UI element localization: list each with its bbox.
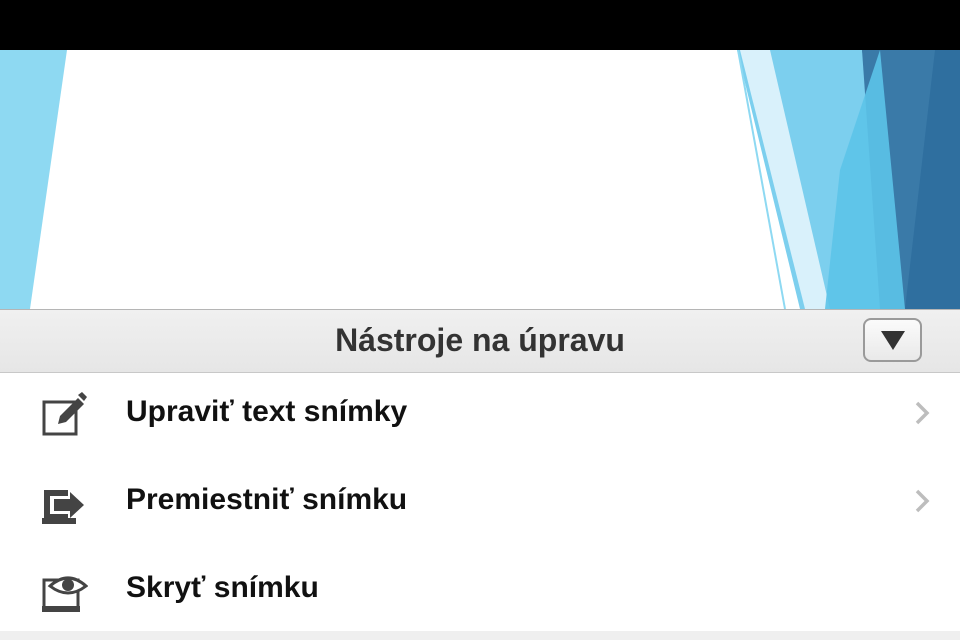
tool-label: Upraviť text snímky bbox=[126, 395, 408, 428]
bottom-strip bbox=[0, 631, 960, 640]
tool-item-move-slide[interactable]: Premiestniť snímku bbox=[0, 461, 960, 549]
triangle-down-icon bbox=[881, 331, 905, 350]
slide-background-graphic bbox=[0, 50, 960, 309]
tools-list: Upraviť text snímky Premiestniť snímku S… bbox=[0, 373, 960, 631]
tool-item-edit-text[interactable]: Upraviť text snímky bbox=[0, 373, 960, 461]
edit-text-icon bbox=[42, 392, 87, 436]
tools-header: Nástroje na úpravu bbox=[0, 309, 960, 373]
chevron-right-icon bbox=[915, 401, 930, 425]
tool-label: Skryť snímku bbox=[126, 571, 319, 604]
move-slide-icon bbox=[42, 490, 84, 524]
slide-preview[interactable] bbox=[0, 50, 960, 309]
tool-item-hide-slide[interactable]: Skryť snímku bbox=[0, 549, 960, 637]
tool-label: Premiestniť snímku bbox=[126, 483, 408, 516]
top-bar bbox=[0, 0, 960, 50]
panel-title: Nástroje na úpravu bbox=[335, 322, 625, 358]
chevron-right-icon bbox=[915, 489, 930, 513]
hide-slide-icon bbox=[42, 576, 88, 612]
collapse-button[interactable] bbox=[863, 318, 922, 362]
